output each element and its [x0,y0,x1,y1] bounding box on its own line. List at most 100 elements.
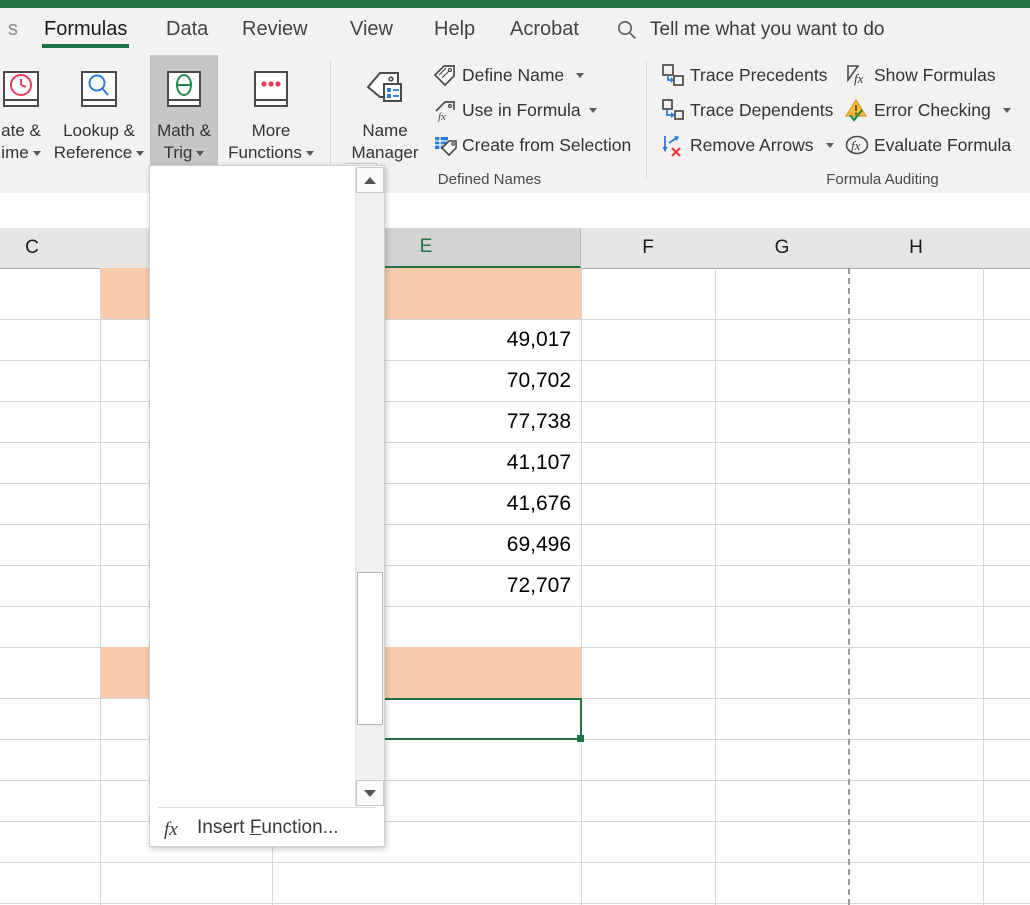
fx-icon: fx [151,815,197,841]
column-label: C [25,237,39,258]
item-label: Create from Selection [462,134,632,155]
show-formulas-button[interactable]: fx Show Formulas [844,60,996,90]
tab-label: Help [434,18,476,40]
scrollbar-thumb[interactable] [357,572,383,725]
column-label: H [909,237,923,258]
tab-review[interactable]: Review [228,8,322,51]
tag-fx-icon: fx [432,97,458,123]
ribbon-separator-2 [646,61,647,179]
button-label-line2-wrap: Trig [164,143,205,163]
svg-text:fx: fx [164,819,178,840]
column-header-h[interactable]: H [849,228,984,268]
chevron-down-icon[interactable] [588,107,597,113]
tab-data[interactable]: Data [152,8,222,51]
page-break-line [848,268,850,905]
grid-line-v [983,268,984,905]
evaluate-formula-icon: fx [844,132,870,158]
button-label-line1: Lookup & [63,121,135,140]
clock-book-icon [0,61,44,119]
tab-view[interactable]: View [336,8,407,51]
use-in-formula-button[interactable]: fx Use in Formula [432,95,597,125]
button-label-line2-wrap: Reference [53,142,145,163]
tab-label: s [8,18,18,40]
item-label: Show Formulas [874,64,996,85]
title-bar [0,0,1030,8]
name-manager-icon [362,61,408,119]
remove-arrows-button[interactable]: Remove Arrows [660,130,834,160]
fill-handle[interactable] [577,735,584,742]
date-and-time-button[interactable]: ate & ime [0,55,60,207]
scroll-down-arrow-icon [364,789,376,797]
chevron-down-icon[interactable] [196,150,205,156]
trace-dependents-icon [660,97,686,123]
evaluate-formula-button[interactable]: fx Evaluate Formula [844,130,1011,160]
tab-label: Formulas [44,18,128,40]
button-label-line2: Trig [163,142,193,162]
tab-label: Acrobat [510,18,579,40]
create-from-selection-button[interactable]: Create from Selection [432,130,631,160]
define-name-button[interactable]: Define Name [432,60,585,90]
chevron-down-icon[interactable] [305,150,314,156]
chevron-down-icon[interactable] [32,150,41,156]
column-header-g[interactable]: G [715,228,850,268]
column-header-i[interactable] [983,228,1030,268]
tab-formulas[interactable]: Formulas [30,8,141,51]
tab-help[interactable]: Help [420,8,489,51]
trace-precedents-icon [660,62,686,88]
svg-text:fx: fx [438,111,446,122]
item-label: Error Checking [874,99,991,120]
math-and-trig-dropdown: RAND RANDBETWEEN ROMAN ROUND ROUNDDOWN R… [149,165,385,847]
chevron-down-icon[interactable] [136,150,145,156]
grid-tag-icon [432,132,458,158]
button-label-line1: Name [362,121,408,140]
chevron-down-icon[interactable] [825,142,834,148]
tell-me-label: Tell me what you want to do [650,18,885,40]
button-label-line2: Reference [53,142,133,162]
button-label-line1: ate & [1,121,41,140]
excel-window: s Formulas Data Review View Help Acrobat… [0,0,1030,905]
tell-me-search[interactable]: Tell me what you want to do [616,8,884,51]
defined-names-group-label: Defined Names [437,171,542,188]
remove-arrows-icon [660,132,686,158]
chevron-down-icon[interactable] [1002,107,1011,113]
svg-text:fx: fx [854,71,864,86]
search-icon [616,19,638,41]
button-label-line2-wrap: ime [1,143,41,163]
table-row [0,862,1030,904]
button-label-line2: Manager [351,142,419,162]
button-label-line1: More [251,121,291,140]
dots-book-icon [248,61,294,119]
grid-line-v [581,268,582,905]
error-checking-button[interactable]: Error Checking [844,95,1011,125]
column-label: E [419,236,433,257]
svg-text:fx: fx [851,138,861,153]
column-header-c[interactable]: C [0,228,101,268]
chevron-down-icon[interactable] [576,72,585,78]
column-label: G [774,237,790,258]
insert-function-menu-item[interactable]: fx Insert Function... [151,808,383,848]
tag-icon [432,62,458,88]
button-label-line2: Functions [228,142,302,162]
tab-acrobat[interactable]: Acrobat [496,8,593,51]
error-checking-icon [844,97,870,123]
scroll-up-button[interactable] [356,167,384,193]
scroll-up-arrow-icon [364,176,376,184]
scroll-down-button[interactable] [356,780,384,806]
active-tab-underline [42,44,130,48]
menu-scrollbar[interactable] [355,167,384,806]
ribbon-separator-1 [330,61,331,179]
trace-precedents-button[interactable]: Trace Precedents [660,60,827,90]
ribbon-tab-strip: s Formulas Data Review View Help Acrobat… [0,8,1030,51]
column-header-f[interactable]: F [581,228,716,268]
item-label: Define Name [462,64,565,85]
insert-function-label: Insert Function... [197,817,339,838]
tab-clipped-previous[interactable]: s [0,8,32,51]
button-label-line1: Math & [157,121,211,140]
tab-label: View [350,18,393,40]
theta-book-icon [161,61,207,119]
trace-dependents-button[interactable]: Trace Dependents [660,95,833,125]
tab-label: Review [242,18,308,40]
item-label: Evaluate Formula [874,134,1012,155]
lookup-and-reference-button[interactable]: Lookup & Reference [53,55,145,207]
show-formulas-icon: fx [844,62,870,88]
